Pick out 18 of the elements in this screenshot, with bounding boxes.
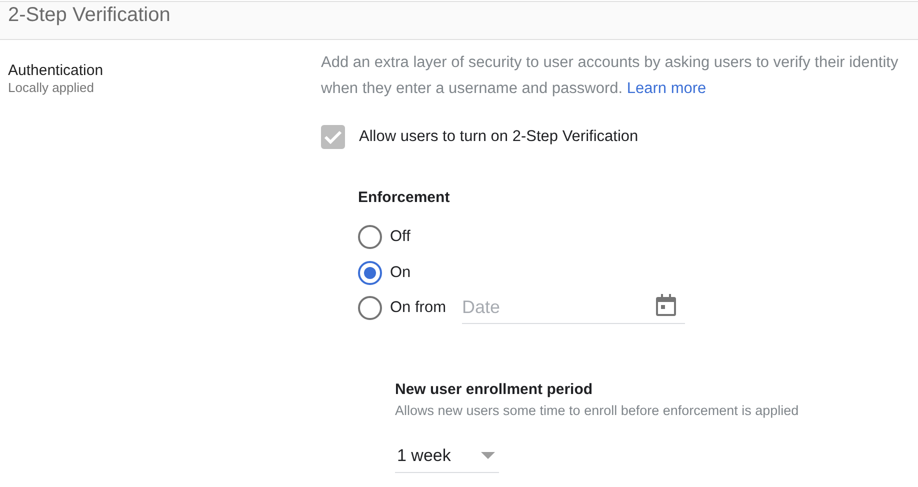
section-title: 2-Step Verification [8, 3, 170, 27]
description-text: Add an extra layer of security to user accounts by asking users to verify their identity when they enter a username and password. Learn more [321, 53, 900, 99]
setting-name: Authentication [8, 62, 104, 80]
radio-button[interactable] [358, 296, 382, 320]
period-dropdown[interactable]: 1 week [395, 439, 499, 474]
enrollment-hint: Allows new users some time to enroll before enforcement is applied [395, 402, 800, 420]
calendar-icon[interactable] [656, 294, 676, 316]
learn-more-link[interactable]: Learn more [626, 80, 706, 97]
caret-icon [481, 452, 495, 460]
radio-label: Off [390, 226, 410, 247]
enrollment-heading: New user enrollment period [395, 380, 594, 400]
setting-scope: Locally applied [8, 80, 96, 96]
enforcement-heading: Enforcement [358, 188, 451, 208]
radio-button[interactable] [358, 260, 382, 284]
radio-label: On from [390, 298, 446, 318]
checkbox-label: Allow users to turn on 2-Step Verification [359, 127, 638, 148]
radio-button[interactable] [358, 224, 382, 248]
radio-label: On [390, 262, 411, 283]
